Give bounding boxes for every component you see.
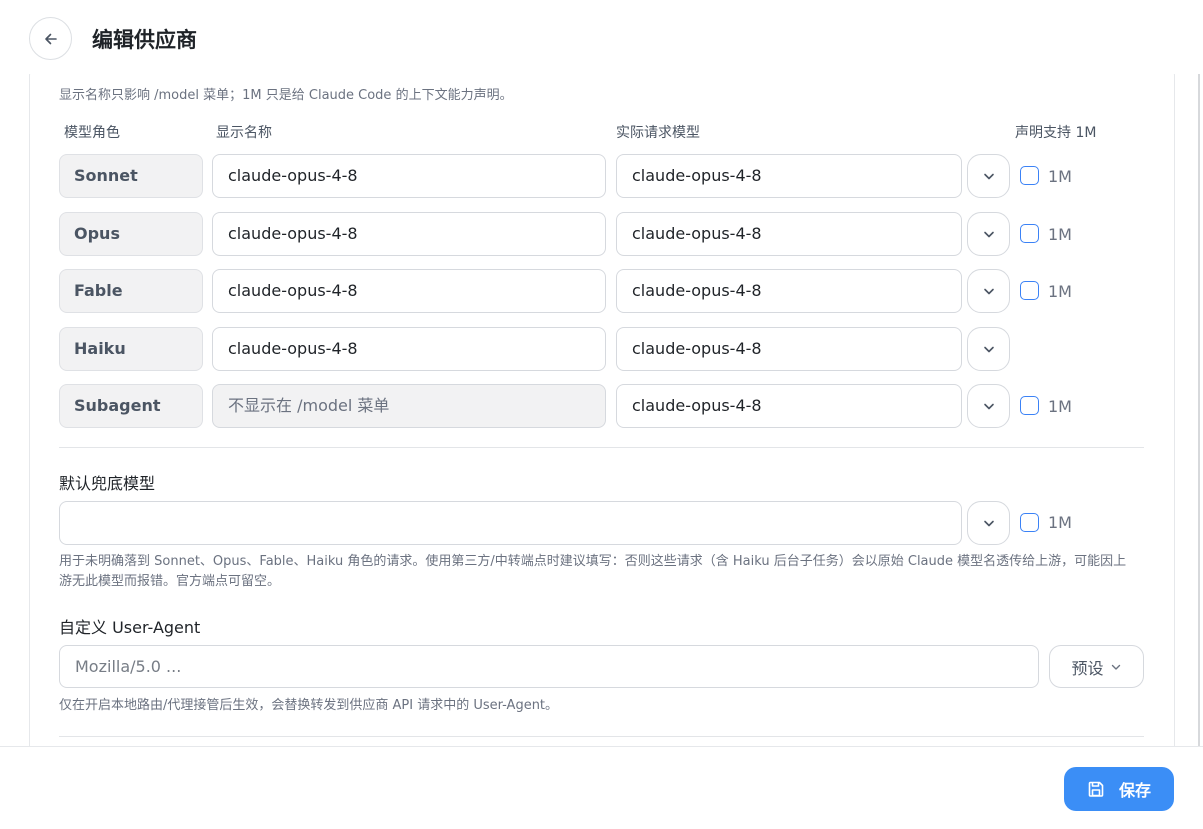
display-name-input[interactable]: claude-opus-4-8 [212, 269, 606, 313]
fallback-dropdown-button[interactable] [967, 501, 1010, 545]
role-label: Subagent [59, 384, 203, 428]
display-name-input[interactable]: claude-opus-4-8 [212, 154, 606, 198]
support-1m-checkbox[interactable] [1020, 224, 1039, 243]
footer: 保存 [0, 746, 1203, 829]
section-divider [59, 736, 1144, 737]
role-label: Opus [59, 212, 203, 256]
user-agent-help-text: 仅在开启本地路由/代理接管后生效，会替换转发到供应商 API 请求中的 User… [59, 698, 559, 713]
column-header-role: 模型角色 [64, 125, 120, 141]
fallback-1m-label: 1M [1048, 513, 1072, 532]
fallback-model-input[interactable] [59, 501, 962, 545]
support-1m-checkbox[interactable] [1020, 281, 1039, 300]
support-1m-checkbox[interactable] [1020, 166, 1039, 185]
chevron-down-icon [983, 231, 994, 238]
save-label: 保存 [1118, 781, 1151, 800]
header: 编辑供应商 [0, 0, 1203, 78]
chevron-down-icon [983, 520, 994, 527]
support-1m-label: 1M [1048, 167, 1072, 186]
model-dropdown-button[interactable] [967, 269, 1010, 313]
back-button[interactable] [29, 17, 72, 60]
actual-model-input[interactable]: claude-opus-4-8 [616, 269, 962, 313]
save-icon [1088, 781, 1104, 797]
preset-dropdown-button[interactable]: 预设 [1049, 645, 1144, 688]
column-header-support-1m: 声明支持 1M [1015, 125, 1097, 141]
support-1m-checkbox[interactable] [1020, 396, 1039, 415]
model-mapping-hint: 显示名称只影响 /model 菜单；1M 只是给 Claude Code 的上下… [59, 88, 513, 103]
fallback-model-title: 默认兜底模型 [59, 474, 156, 493]
user-agent-input[interactable]: Mozilla/5.0 ... [59, 645, 1039, 688]
user-agent-title: 自定义 User-Agent [59, 618, 201, 637]
save-button[interactable]: 保存 [1064, 767, 1174, 811]
chevron-down-icon [983, 403, 994, 410]
arrow-left-icon [44, 33, 57, 44]
actual-model-input[interactable]: claude-opus-4-8 [616, 384, 962, 428]
form-scroll-area[interactable]: 显示名称只影响 /model 菜单；1M 只是给 Claude Code 的上下… [0, 74, 1203, 746]
column-header-actual-model: 实际请求模型 [616, 125, 700, 141]
fallback-help-text: 用于未明确落到 Sonnet、Opus、Fable、Haiku 角色的请求。使用… [59, 554, 1127, 589]
actual-model-input[interactable]: claude-opus-4-8 [616, 154, 962, 198]
model-dropdown-button[interactable] [967, 327, 1010, 371]
support-1m-label: 1M [1048, 225, 1072, 244]
chevron-down-icon [983, 288, 994, 295]
support-1m-label: 1M [1048, 282, 1072, 301]
display-name-input[interactable]: claude-opus-4-8 [212, 212, 606, 256]
actual-model-input[interactable]: claude-opus-4-8 [616, 327, 962, 371]
fallback-1m-checkbox[interactable] [1020, 513, 1039, 532]
chevron-down-icon [1111, 664, 1120, 670]
page-title: 编辑供应商 [92, 28, 197, 52]
role-label: Haiku [59, 327, 203, 371]
section-divider [59, 447, 1144, 448]
column-header-display-name: 显示名称 [216, 125, 272, 141]
preset-label: 预设 [1071, 658, 1104, 678]
chevron-down-icon [983, 346, 994, 353]
chevron-down-icon [983, 173, 994, 180]
actual-model-input[interactable]: claude-opus-4-8 [616, 212, 962, 256]
support-1m-label: 1M [1048, 397, 1072, 416]
scrollbar[interactable] [1198, 74, 1200, 746]
display-name-input-disabled: 不显示在 /model 菜单 [212, 384, 606, 428]
role-label: Sonnet [59, 154, 203, 198]
model-dropdown-button[interactable] [967, 154, 1010, 198]
display-name-input[interactable]: claude-opus-4-8 [212, 327, 606, 371]
model-dropdown-button[interactable] [967, 384, 1010, 428]
model-dropdown-button[interactable] [967, 212, 1010, 256]
role-label: Fable [59, 269, 203, 313]
